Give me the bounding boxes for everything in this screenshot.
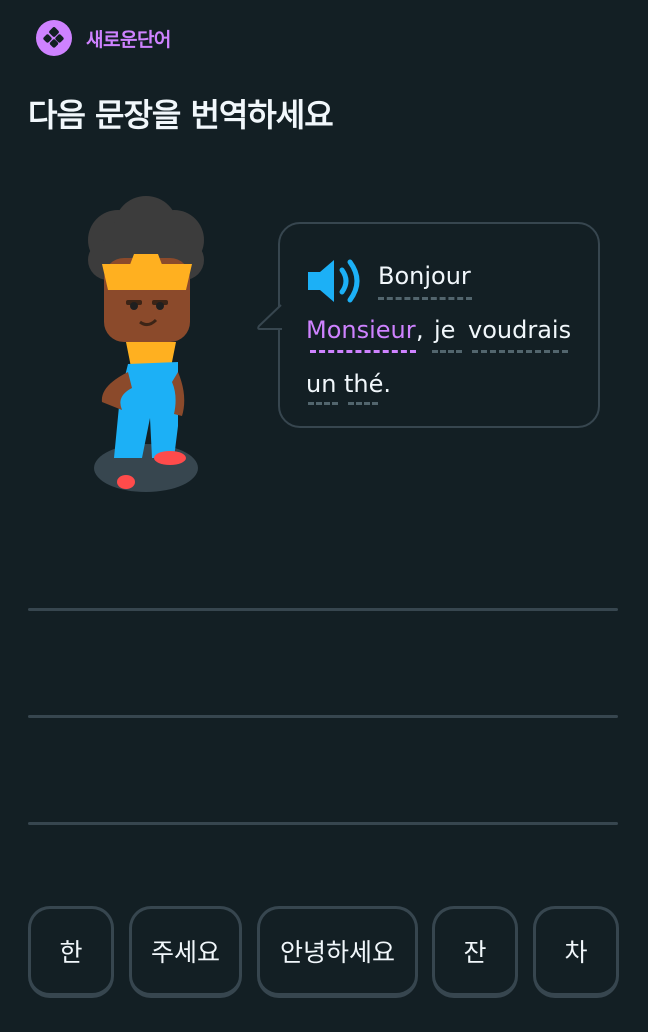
word-underline xyxy=(308,402,338,405)
answer-line[interactable] xyxy=(28,822,618,825)
word-token[interactable]: voudrais xyxy=(468,316,571,344)
word-token[interactable]: Bonjour xyxy=(378,262,471,290)
page-title: 다음 문장을 번역하세요 xyxy=(28,96,334,134)
word-token[interactable]: je xyxy=(434,316,455,344)
answer-line[interactable] xyxy=(28,715,618,718)
word-underline xyxy=(348,402,378,405)
word-bank-chip[interactable]: 주세요 xyxy=(129,906,242,998)
new-word-label: 새로운단어 xyxy=(86,28,171,51)
new-word-badge: 새로운단어 xyxy=(36,20,171,56)
word-underline xyxy=(378,297,472,300)
answer-line[interactable] xyxy=(28,608,618,611)
word-bank-chip[interactable]: 차 xyxy=(533,906,619,998)
word-token[interactable]: thé. xyxy=(344,370,391,398)
word-bank-chip[interactable]: 한 xyxy=(28,906,114,998)
word-bank-chip[interactable]: 안녕하세요 xyxy=(257,906,418,998)
word-punctuation: , xyxy=(416,316,424,344)
word-underline xyxy=(432,350,462,353)
new-word-underline xyxy=(310,350,416,353)
speaker-icon[interactable] xyxy=(306,258,366,304)
character-illustration xyxy=(78,196,228,506)
new-word-token[interactable]: Monsieur xyxy=(306,316,416,344)
new-word-icon xyxy=(36,20,72,56)
word-token[interactable]: un xyxy=(306,370,336,398)
bubble-tail xyxy=(257,304,282,330)
speech-bubble: Bonjour Monsieur , je voudrais un thé. xyxy=(257,222,600,428)
word-underline xyxy=(472,350,568,353)
word-bank-chip[interactable]: 잔 xyxy=(432,906,518,998)
